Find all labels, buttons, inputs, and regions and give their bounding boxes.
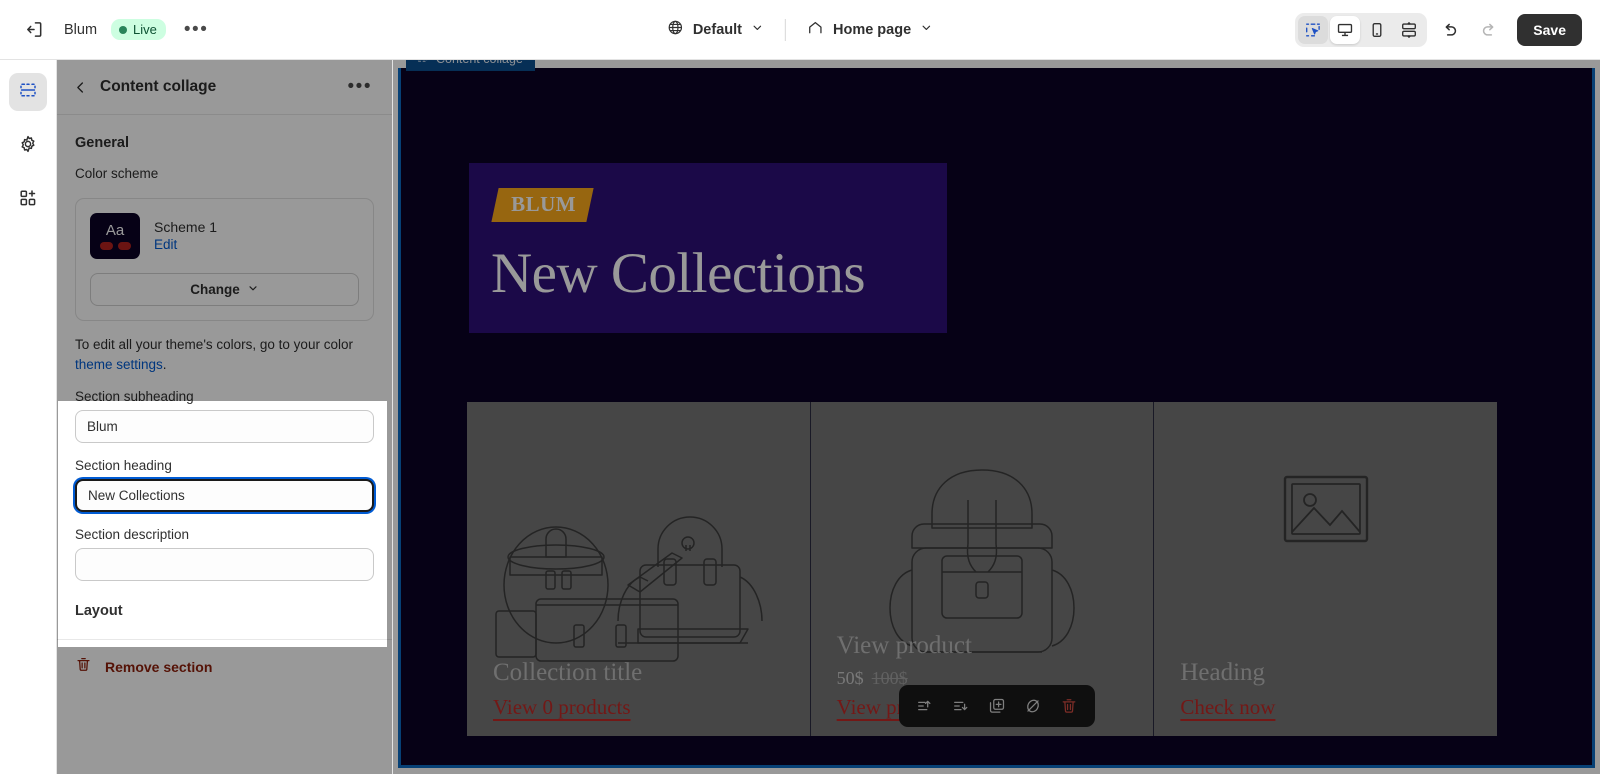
- duplicate-icon[interactable]: [981, 690, 1013, 722]
- divider: [784, 19, 786, 41]
- theme-editor-root: Blum Live ••• Default Home page Save Con…: [0, 0, 1600, 774]
- collage-card-heading: View product: [836, 632, 972, 659]
- chevron-down-icon: [247, 282, 259, 297]
- collage-card-heading: Heading: [1180, 659, 1266, 686]
- color-scheme-name: Scheme 1: [154, 218, 218, 235]
- chevron-down-icon: [920, 21, 933, 39]
- remove-section-label: Remove section: [105, 659, 213, 676]
- section-subheading-input[interactable]: [75, 410, 374, 444]
- theme-settings-link[interactable]: theme settings: [75, 357, 163, 372]
- home-icon: [807, 19, 824, 41]
- price-value: 50$: [836, 668, 864, 688]
- change-scheme-label: Change: [190, 282, 240, 297]
- undo-icon[interactable]: [1435, 15, 1465, 45]
- collage-card-link[interactable]: View 0 products: [493, 695, 631, 720]
- move-up-icon[interactable]: [909, 690, 941, 722]
- back-icon[interactable]: [73, 80, 88, 95]
- save-button[interactable]: Save: [1517, 14, 1582, 46]
- collage-card[interactable]: Heading Check now: [1154, 402, 1498, 736]
- collage-card-link[interactable]: Check now: [1180, 695, 1275, 720]
- sidebar-header: Content collage •••: [57, 60, 392, 115]
- section-floating-toolbar: [898, 685, 1095, 727]
- section-icon: [416, 60, 429, 67]
- color-scheme-label: Color scheme: [75, 166, 159, 181]
- selected-section-tab[interactable]: Content collage: [406, 60, 535, 71]
- top-bar-right: Save: [1295, 0, 1582, 60]
- brand-logo: BLUM: [491, 188, 594, 222]
- collage-card-text: Heading Check now: [1180, 659, 1483, 720]
- rail-item-sections[interactable]: [9, 73, 47, 111]
- layout-heading: Layout: [75, 603, 123, 620]
- rail-item-settings[interactable]: [9, 127, 47, 165]
- desktop-view-icon[interactable]: [1330, 16, 1361, 44]
- remove-section-button[interactable]: Remove section: [57, 640, 392, 694]
- page-selector[interactable]: Home page: [796, 12, 944, 48]
- fullscreen-view-icon[interactable]: [1394, 16, 1424, 44]
- view-mode-group: [1295, 13, 1428, 47]
- color-scheme-edit-link[interactable]: Edit: [154, 237, 177, 252]
- selected-section-tab-label: Content collage: [436, 60, 523, 66]
- live-dot-icon: [119, 25, 128, 34]
- top-bar: Blum Live ••• Default Home page Save: [0, 0, 1600, 60]
- store-more-menu-button[interactable]: •••: [180, 19, 212, 41]
- theme-selector[interactable]: Default: [656, 12, 775, 48]
- sections-icon: [18, 80, 38, 105]
- section-description-input[interactable]: [75, 548, 374, 582]
- section-subheading-label: Section subheading: [75, 389, 194, 405]
- sidebar-body: General Color scheme Aa Scheme 1 Edit Ch…: [57, 115, 392, 694]
- color-scheme-info: Scheme 1 Edit: [154, 219, 217, 254]
- collage-card[interactable]: Collection title View 0 products: [467, 402, 811, 736]
- store-name: Blum: [64, 21, 98, 38]
- color-scheme-card: Aa Scheme 1 Edit Change: [75, 198, 374, 321]
- swatch-aa-text: Aa: [105, 221, 125, 239]
- brand-logo-text: BLUM: [511, 192, 577, 216]
- page-title: Content collage: [100, 78, 217, 95]
- delete-icon[interactable]: [1053, 690, 1085, 722]
- redo-icon: [1473, 15, 1503, 45]
- hero-title: New Collections: [491, 242, 866, 305]
- top-bar-center: Default Home page: [656, 0, 944, 60]
- rail-item-apps[interactable]: [9, 181, 47, 219]
- theme-selector-label: Default: [692, 22, 742, 38]
- section-heading-label: Section heading: [75, 458, 172, 474]
- globe-icon: [667, 19, 684, 41]
- color-scheme-row: Aa Scheme 1 Edit: [90, 213, 359, 259]
- exit-icon[interactable]: [18, 14, 50, 46]
- select-tool-icon[interactable]: [1298, 16, 1329, 44]
- theme-colors-helper: To edit all your theme's colors, go to y…: [57, 321, 392, 374]
- selected-section-frame: Content collage BLUM New Collections: [398, 60, 1595, 768]
- settings-gear-icon: [18, 134, 38, 159]
- general-heading: General: [75, 135, 129, 151]
- hero-banner: BLUM New Collections: [469, 163, 947, 333]
- collage-card-heading: Collection title: [493, 659, 643, 686]
- section-settings-sidebar: Content collage ••• General Color scheme…: [57, 60, 393, 774]
- hide-icon[interactable]: [1017, 690, 1049, 722]
- apps-add-icon: [18, 188, 38, 213]
- helper-prefix: To edit all your theme's colors, go to y…: [75, 337, 353, 352]
- swatch-color-dots: [99, 241, 131, 250]
- section-heading-input[interactable]: [75, 479, 374, 513]
- change-scheme-button[interactable]: Change: [90, 273, 359, 306]
- top-bar-left: Blum Live •••: [0, 14, 212, 46]
- section-description-label: Section description: [75, 527, 190, 543]
- trash-icon: [75, 656, 92, 678]
- chevron-down-icon: [751, 21, 764, 39]
- color-scheme-swatch: Aa: [90, 213, 140, 259]
- status-badge: Live: [111, 19, 166, 40]
- page-selector-label: Home page: [832, 22, 912, 38]
- mobile-view-icon[interactable]: [1362, 16, 1392, 44]
- section-more-menu-button[interactable]: •••: [344, 76, 376, 98]
- move-down-icon[interactable]: [945, 690, 977, 722]
- status-badge-label: Live: [133, 22, 157, 37]
- left-rail: [0, 60, 57, 774]
- theme-preview: Content collage BLUM New Collections: [393, 60, 1600, 774]
- collage-card-text: Collection title View 0 products: [493, 659, 796, 720]
- preview-canvas: BLUM New Collections Collection title Vi…: [401, 68, 1592, 765]
- compare-at-price: 100$: [871, 668, 908, 688]
- helper-suffix: .: [162, 356, 167, 372]
